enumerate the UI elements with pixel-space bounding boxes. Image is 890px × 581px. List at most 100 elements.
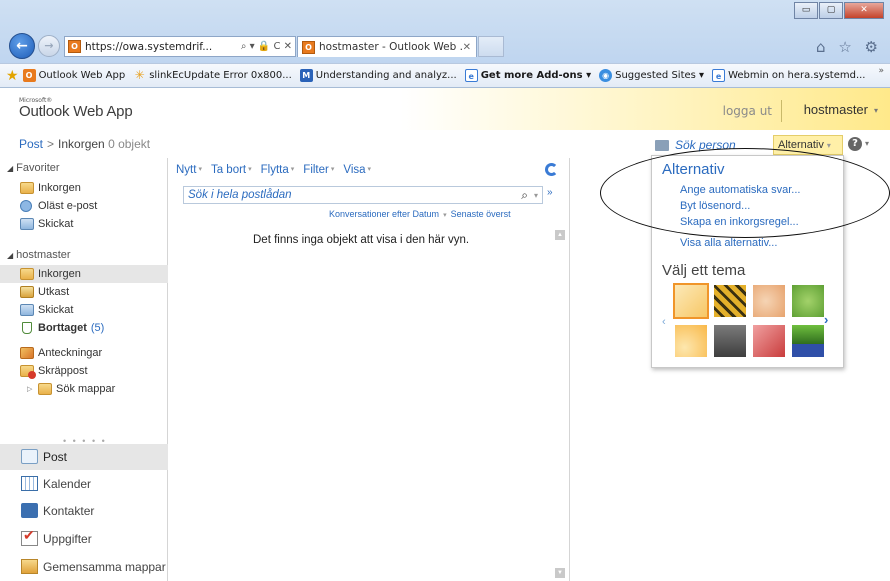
nav-item-sent-favorite[interactable]: Skickat xyxy=(0,215,168,233)
user-menu[interactable]: hostmaster xyxy=(804,102,868,117)
chevron-down-icon[interactable]: ▾ xyxy=(534,191,538,200)
new-button[interactable]: Nytt ▾ xyxy=(176,164,202,176)
favorite-link[interactable]: e Get more Add-ons ▾ xyxy=(464,69,591,82)
theme-grid xyxy=(673,283,827,357)
mail-icon xyxy=(21,449,38,464)
owa-icon: O xyxy=(22,69,36,82)
nav-item-label: Oläst e-post xyxy=(38,200,98,212)
back-button[interactable]: ← xyxy=(9,33,35,59)
inbox-folder-icon xyxy=(20,182,34,194)
theme-8[interactable] xyxy=(792,325,824,357)
nav-item-junk[interactable]: Skräppost xyxy=(0,362,168,380)
tab-title: hostmaster - Outlook Web ... xyxy=(319,41,463,53)
toolbar-label: Ta bort xyxy=(210,164,247,176)
owa-favicon-icon: O xyxy=(302,40,315,54)
minimize-button[interactable]: ▭ xyxy=(794,2,818,19)
see-all-options-link[interactable]: Visa alla alternativ... xyxy=(652,237,777,249)
address-tools[interactable]: ⌕ ▾ 🔒 C ✕ xyxy=(241,41,292,52)
tasks-icon xyxy=(21,527,38,546)
nav-item-sent[interactable]: Skickat xyxy=(0,301,168,319)
browser-chrome: ▭ ▢ ✕ ← → O https://owa.systemdrif... ⌕ … xyxy=(0,0,890,88)
favorite-link[interactable]: e Webmin on hera.systemd... xyxy=(712,69,865,82)
theme-3[interactable] xyxy=(753,285,785,317)
tab-close-icon[interactable]: ✕ xyxy=(463,42,471,53)
mailbox-header[interactable]: ◢ hostmaster xyxy=(7,249,71,261)
move-button[interactable]: Flytta ▾ xyxy=(261,164,295,176)
chevron-down-icon[interactable]: ▾ xyxy=(865,139,869,148)
nav-item-label: Skräppost xyxy=(38,365,88,377)
logout-link[interactable]: logga ut xyxy=(723,104,772,118)
nav-item-search-folders[interactable]: ▷ Sök mappar xyxy=(0,380,168,398)
theme-2[interactable] xyxy=(714,285,746,317)
module-calendar[interactable]: Kalender xyxy=(0,471,168,497)
nav-item-inbox-favorite[interactable]: Inkorgen xyxy=(0,179,168,197)
expand-search-icon[interactable]: » xyxy=(547,187,553,198)
junk-folder-icon xyxy=(20,365,36,379)
module-tasks[interactable]: Uppgifter xyxy=(0,526,168,552)
empty-message: Det finns inga objekt att visa i den här… xyxy=(253,234,470,246)
address-url: https://owa.systemdrif... xyxy=(85,40,213,53)
sort-by-button[interactable]: Konversationer efter Datum xyxy=(329,209,439,219)
theme-5[interactable] xyxy=(675,325,707,357)
inbox-folder-icon xyxy=(20,268,34,280)
notes-folder-icon xyxy=(20,347,34,359)
chevron-down-icon[interactable]: ▾ xyxy=(874,106,878,115)
browser-tool-icons[interactable]: ⌂ ☆ ⚙ xyxy=(816,38,882,56)
list-toolbar: Nytt ▾ Ta bort ▾ Flytta ▾ Filter ▾ Visa ▾ xyxy=(176,164,380,176)
search-icon[interactable]: ⌕ xyxy=(521,188,528,203)
favorite-link[interactable]: ✳ slinkEcUpdate Error 0x800... xyxy=(133,69,292,82)
message-list: Nytt ▾ Ta bort ▾ Flytta ▾ Filter ▾ Visa ▾ Sök… xyxy=(168,158,570,581)
delete-button[interactable]: Ta bort ▾ xyxy=(211,164,252,176)
nav-item-label: Skickat xyxy=(38,218,74,230)
theme-1[interactable] xyxy=(673,283,709,319)
favorite-label: Outlook Web App xyxy=(38,70,126,81)
chevron-down-icon: ▾ xyxy=(248,166,252,173)
theme-4[interactable] xyxy=(792,285,824,317)
chevron-left-icon[interactable]: ‹ xyxy=(662,316,666,328)
help-icon[interactable]: ? xyxy=(848,137,862,151)
favorites-header[interactable]: ◢ Favoriter xyxy=(7,162,60,174)
favorites-star-icon[interactable]: ★ xyxy=(6,68,19,84)
scroll-down-button[interactable]: ▼ xyxy=(555,568,565,578)
nav-item-drafts[interactable]: Utkast xyxy=(0,283,168,301)
toolbar-label: Visa xyxy=(343,164,366,176)
favorite-link[interactable]: ◉ Suggested Sites ▾ xyxy=(599,69,704,82)
nav-item-notes[interactable]: Anteckningar xyxy=(0,344,168,362)
refresh-icon[interactable] xyxy=(545,163,558,176)
forward-button[interactable]: → xyxy=(38,35,60,57)
public-folders-icon xyxy=(21,559,38,574)
sort-order-button[interactable]: Senaste överst xyxy=(451,209,511,219)
close-window-button[interactable]: ✕ xyxy=(844,2,884,19)
nav-item-label: Skickat xyxy=(38,304,74,316)
mailbox-header-label: hostmaster xyxy=(16,249,71,261)
module-public-folders[interactable]: Gemensamma mappar xyxy=(0,554,168,580)
module-contacts[interactable]: Kontakter xyxy=(0,498,168,524)
module-label: Kontakter xyxy=(43,504,95,518)
owa-favicon-icon: O xyxy=(68,40,81,53)
nav-item-unread[interactable]: Oläst e-post xyxy=(0,197,168,215)
theme-6[interactable] xyxy=(714,325,746,357)
expand-icon[interactable]: ▷ xyxy=(27,385,32,393)
module-mail[interactable]: Post xyxy=(0,444,168,470)
chevron-down-icon[interactable]: ▾ xyxy=(443,212,447,219)
search-input[interactable]: Sök i hela postlådan ⌕ ▾ xyxy=(183,186,543,204)
new-tab-button[interactable] xyxy=(478,36,504,57)
scroll-up-button[interactable]: ▲ xyxy=(555,230,565,240)
browser-tab[interactable]: O hostmaster - Outlook Web ... ✕ xyxy=(297,36,477,57)
nav-item-deleted[interactable]: Borttaget (5) xyxy=(0,319,168,337)
favorite-link[interactable]: O Outlook Web App xyxy=(22,69,126,82)
highlight-ellipse xyxy=(600,148,890,238)
view-button[interactable]: Visa ▾ xyxy=(343,164,371,176)
breadcrumb-root[interactable]: Post xyxy=(19,137,43,151)
address-book-icon xyxy=(655,139,669,151)
chevron-down-icon: ▾ xyxy=(198,166,202,173)
theme-7[interactable] xyxy=(753,325,785,357)
nav-item-inbox[interactable]: Inkorgen xyxy=(0,265,168,283)
chevron-right-icon[interactable]: › xyxy=(824,312,828,327)
favorite-link[interactable]: M Understanding and analyz... xyxy=(299,69,457,82)
favbar-more-icon[interactable]: » xyxy=(878,66,884,76)
maximize-button[interactable]: ▢ xyxy=(819,2,843,19)
item-count: 0 objekt xyxy=(108,137,151,151)
address-bar[interactable]: O https://owa.systemdrif... ⌕ ▾ 🔒 C ✕ xyxy=(64,36,296,57)
filter-button[interactable]: Filter ▾ xyxy=(303,164,334,176)
